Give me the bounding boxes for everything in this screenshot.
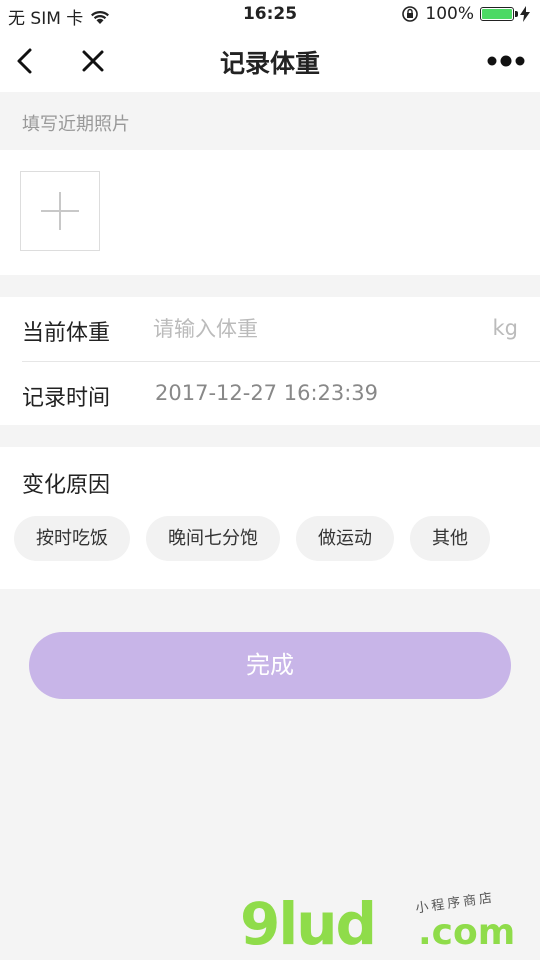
plus-icon [41,192,79,230]
reason-chip[interactable]: 按时吃饭 [14,516,130,561]
watermark-logo: 9lud [240,890,377,958]
reasons-section: 变化原因 按时吃饭 晚间七分饱 做运动 其他 [0,447,540,589]
battery-percent: 100% [425,4,474,24]
nav-bar: 记录体重 [0,30,540,92]
photo-section-header: 填写近期照片 [0,92,540,150]
done-button[interactable]: 完成 [29,632,511,699]
reason-chip[interactable]: 做运动 [296,516,394,561]
reason-chips: 按时吃饭 晚间七分饱 做运动 其他 [14,516,490,561]
weight-label: 当前体重 [22,321,111,346]
reason-chip[interactable]: 晚间七分饱 [146,516,280,561]
weight-unit: kg [492,316,519,340]
battery-icon [480,7,518,21]
add-photo-button[interactable] [20,171,100,251]
status-bar: 无 SIM 卡 16:25 100% [0,0,540,30]
weight-row: 当前体重 kg [0,297,540,362]
more-icon[interactable] [486,52,526,70]
reasons-heading: 变化原因 [22,473,111,498]
photo-area [0,150,540,275]
time-value[interactable]: 2017-12-27 16:23:39 [155,381,378,405]
time-row[interactable]: 记录时间 2017-12-27 16:23:39 [0,362,540,426]
orientation-lock-icon [402,6,419,22]
photo-section-label: 填写近期照片 [22,114,130,135]
weight-input[interactable] [153,311,473,347]
charging-icon [520,6,530,22]
watermark: 9lud 小程序商店 .com [240,890,540,960]
weight-form: 当前体重 kg 记录时间 2017-12-27 16:23:39 [0,297,540,425]
status-right: 100% [401,4,530,24]
time-label: 记录时间 [22,386,111,411]
reason-chip[interactable]: 其他 [410,516,490,561]
watermark-domain: .com [418,912,516,953]
page-title: 记录体重 [219,49,320,78]
